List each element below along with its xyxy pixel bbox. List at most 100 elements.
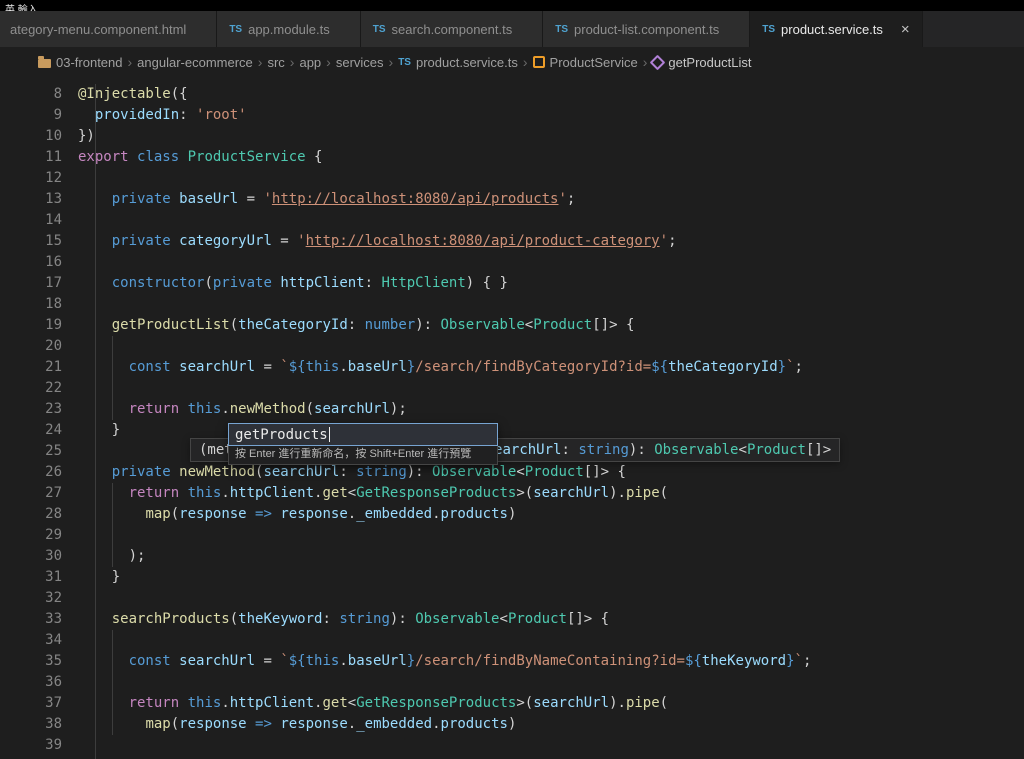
code-editor[interactable]: 8 @Injectable({9 providedIn: 'root' 10}) 11… (0, 77, 1024, 759)
line-number[interactable]: 13 (0, 189, 62, 210)
breadcrumb-item-src[interactable]: src (267, 55, 284, 70)
line-number[interactable]: 11 (0, 147, 62, 168)
code-line-17[interactable]: 17 constructor(private httpClient: HttpC… (0, 273, 1024, 294)
tab-label: app.module.ts (248, 21, 330, 37)
tab-label: search.component.ts (391, 21, 513, 37)
line-number[interactable]: 24 (0, 420, 62, 441)
tab-search-component-ts[interactable]: TS search.component.ts (360, 11, 544, 47)
code-line-21[interactable]: 21 const searchUrl = `${this.baseUrl}/se… (0, 357, 1024, 378)
line-number[interactable]: 18 (0, 294, 62, 315)
code-line-37[interactable]: 37 return this.httpClient.get<GetRespons… (0, 693, 1024, 714)
line-number[interactable]: 20 (0, 336, 62, 357)
code-line-20[interactable]: 20 (0, 336, 1024, 357)
code-line-34[interactable]: 34 (0, 630, 1024, 651)
code-line-9[interactable]: 9 providedIn: 'root' (0, 105, 1024, 126)
code-line-13[interactable]: 13 private baseUrl = 'http://localhost:8… (0, 189, 1024, 210)
line-content: private baseUrl = 'http://localhost:8080… (111, 191, 576, 207)
line-content: private categoryUrl = 'http://localhost:… (111, 233, 677, 249)
window-top-strip: 英 輸入 (0, 0, 1024, 11)
code-line-12[interactable]: 12 (0, 168, 1024, 189)
tab-ategory-menu-component-html[interactable]: ategory-menu.component.html (0, 11, 218, 47)
line-number[interactable]: 19 (0, 315, 62, 336)
line-number[interactable]: 30 (0, 546, 62, 567)
breadcrumb-separator: › (257, 54, 263, 70)
line-number[interactable]: 27 (0, 483, 62, 504)
line-number[interactable]: 33 (0, 609, 62, 630)
code-line-14[interactable]: 14 (0, 210, 1024, 231)
line-number[interactable]: 17 (0, 273, 62, 294)
line-content: const searchUrl = `${this.baseUrl}/searc… (128, 653, 812, 669)
code-line-26[interactable]: 26 private newMethod(searchUrl: string):… (0, 462, 1024, 483)
line-number[interactable]: 22 (0, 378, 62, 399)
code-line-8[interactable]: 8 @Injectable({ (0, 84, 1024, 105)
code-line-29[interactable]: 29 (0, 525, 1024, 546)
code-line-11[interactable]: 11 export class ProductService { (0, 147, 1024, 168)
line-number[interactable]: 10 (0, 126, 62, 147)
line-number[interactable]: 35 (0, 651, 62, 672)
line-number[interactable]: 32 (0, 588, 62, 609)
code-line-35[interactable]: 35 const searchUrl = `${this.baseUrl}/se… (0, 651, 1024, 672)
line-content: constructor(private httpClient: HttpClie… (111, 275, 508, 291)
code-line-28[interactable]: 28 map(response => response._embedded.pr… (0, 504, 1024, 525)
code-line-10[interactable]: 10}) (0, 126, 1024, 147)
breadcrumb-label: app (299, 54, 322, 70)
line-number[interactable]: 9 (0, 105, 62, 126)
line-number[interactable]: 15 (0, 231, 62, 252)
line-number[interactable]: 37 (0, 693, 62, 714)
rename-widget: getProducts 按 Enter 進行重新命名，按 Shift+Enter… (228, 423, 498, 465)
code-line-16[interactable]: 16 (0, 252, 1024, 273)
line-number[interactable]: 25 (0, 441, 62, 462)
code-line-27[interactable]: 27 return this.httpClient.get<GetRespons… (0, 483, 1024, 504)
vscode-window: 英 輸入 ategory-menu.component.html TS app.mo… (0, 0, 1024, 759)
breadcrumb-item-product-service-ts[interactable]: TS product.service.ts (398, 55, 518, 70)
code-line-18[interactable]: 18 (0, 294, 1024, 315)
tab-app-module-ts[interactable]: TS app.module.ts (217, 11, 361, 47)
tab-product-service-ts[interactable]: TS product.service.ts × (750, 11, 923, 47)
indent-guide (112, 630, 113, 735)
line-number[interactable]: 39 (0, 735, 62, 756)
rename-input[interactable]: getProducts (228, 423, 498, 446)
code-line-22[interactable]: 22 (0, 378, 1024, 399)
line-number[interactable]: 23 (0, 399, 62, 420)
line-number[interactable]: 29 (0, 525, 62, 546)
breadcrumb-item-getproductlist[interactable]: getProductList (650, 54, 751, 70)
code-line-33[interactable]: 33 searchProducts(theKeyword: string): O… (0, 609, 1024, 630)
rename-value: getProducts (235, 426, 328, 443)
line-number[interactable]: 34 (0, 630, 62, 651)
code-line-38[interactable]: 38 map(response => response._embedded.pr… (0, 714, 1024, 735)
code-line-23[interactable]: 23 return this.newMethod(searchUrl); (0, 399, 1024, 420)
breadcrumb-item-app[interactable]: app (299, 55, 321, 70)
code-lines: 8 @Injectable({9 providedIn: 'root' 10}) 11… (0, 84, 1024, 756)
line-content: export class ProductService { (78, 149, 323, 165)
line-number[interactable]: 28 (0, 504, 62, 525)
breadcrumb-item-productservice[interactable]: ProductService (532, 55, 638, 70)
line-number[interactable]: 16 (0, 252, 62, 273)
line-number[interactable]: 21 (0, 357, 62, 378)
line-content: searchProducts(theKeyword: string): Obse… (111, 611, 610, 627)
breadcrumb-item-03-frontend[interactable]: 03-frontend (38, 55, 123, 70)
code-line-19[interactable]: 19 getProductList(theCategoryId: number)… (0, 315, 1024, 336)
breadcrumb-item-angular-ecommerce[interactable]: angular-ecommerce (137, 55, 253, 70)
line-content: return this.httpClient.get<GetResponsePr… (128, 695, 669, 711)
breadcrumb-label: product.service.ts (415, 54, 518, 70)
line-number[interactable]: 38 (0, 714, 62, 735)
code-line-15[interactable]: 15 private categoryUrl = 'http://localho… (0, 231, 1024, 252)
code-line-36[interactable]: 36 (0, 672, 1024, 693)
line-number[interactable]: 31 (0, 567, 62, 588)
indent-guide (112, 483, 113, 567)
code-line-31[interactable]: 31 } (0, 567, 1024, 588)
code-line-30[interactable]: 30 ); (0, 546, 1024, 567)
line-content: private newMethod(searchUrl: string): Ob… (111, 464, 626, 480)
line-number[interactable]: 36 (0, 672, 62, 693)
close-icon[interactable]: × (901, 22, 910, 37)
code-line-32[interactable]: 32 (0, 588, 1024, 609)
line-number[interactable]: 12 (0, 168, 62, 189)
line-number[interactable]: 26 (0, 462, 62, 483)
breadcrumb-label: services (335, 54, 384, 70)
line-number[interactable]: 8 (0, 84, 62, 105)
breadcrumb-item-services[interactable]: services (336, 55, 384, 70)
code-line-39[interactable]: 39 (0, 735, 1024, 756)
line-content: providedIn: 'root' (94, 107, 247, 123)
tab-product-list-component-ts[interactable]: TS product-list.component.ts (543, 11, 751, 47)
line-number[interactable]: 14 (0, 210, 62, 231)
